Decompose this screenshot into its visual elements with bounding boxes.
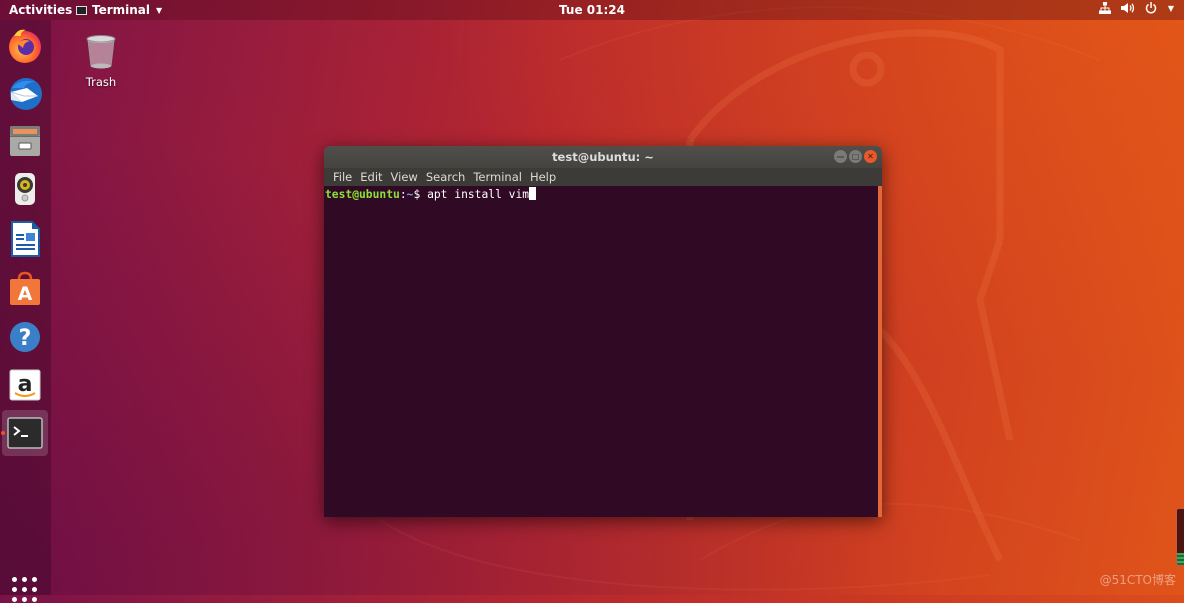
dock-item-terminal[interactable]: [1, 410, 48, 456]
watermark: @51CTO博客: [1099, 573, 1176, 587]
system-tray[interactable]: ▼: [1098, 2, 1174, 14]
rhythmbox-icon: [15, 173, 35, 205]
command-text: apt install vim: [427, 188, 530, 201]
close-button[interactable]: ✕: [864, 150, 877, 163]
system-menu-caret-icon: ▼: [1167, 3, 1174, 13]
close-icon: ✕: [867, 152, 874, 161]
dock-item-libreoffice-writer[interactable]: [2, 216, 48, 262]
menu-edit[interactable]: Edit: [356, 170, 386, 184]
svg-text:a: a: [18, 372, 33, 397]
minimize-icon: —: [836, 152, 845, 161]
terminal-output[interactable]: test@ubuntu:~$ apt install vim: [324, 186, 878, 517]
terminal-icon: [7, 417, 43, 449]
menu-view[interactable]: View: [387, 170, 422, 184]
thunderbird-icon: [10, 78, 42, 110]
show-applications-icon: [12, 577, 17, 582]
desktop-icon-label: Trash: [85, 75, 117, 89]
dock-item-rhythmbox[interactable]: [2, 166, 48, 212]
svg-text:?: ?: [19, 326, 32, 351]
dock-item-firefox[interactable]: [2, 22, 48, 68]
window-titlebar[interactable]: test@ubuntu: ~ — □ ✕: [324, 146, 882, 168]
libreoffice-writer-icon: [11, 221, 40, 257]
menu-search[interactable]: Search: [422, 170, 470, 184]
minimize-button[interactable]: —: [834, 150, 847, 163]
menu-file[interactable]: File: [329, 170, 356, 184]
amazon-icon: a: [9, 369, 41, 401]
level-indicator-fill: [1177, 552, 1184, 565]
show-applications-button[interactable]: [12, 577, 38, 603]
dock-item-amazon[interactable]: a: [2, 362, 48, 408]
running-indicator: [1, 431, 5, 435]
maximize-button[interactable]: □: [849, 150, 862, 163]
firefox-icon: [9, 29, 41, 63]
desktop-icon-trash[interactable]: Trash: [78, 34, 124, 89]
trash-icon: [86, 35, 116, 69]
volume-icon: [1120, 3, 1134, 13]
dock-item-help[interactable]: ?: [2, 314, 48, 360]
level-indicator: [1176, 508, 1184, 566]
dock-item-thunderbird[interactable]: [2, 70, 48, 116]
files-icon: [10, 126, 40, 156]
dock: A ? a: [0, 20, 51, 602]
terminal-prompt-line: test@ubuntu:~$ apt install vim: [325, 187, 537, 201]
dock-item-ubuntu-software[interactable]: A: [2, 266, 48, 312]
network-icon: [1098, 2, 1111, 14]
help-icon: ?: [10, 322, 40, 352]
menu-terminal[interactable]: Terminal: [469, 170, 526, 184]
top-bar: Activities Terminal ▼ Tue 01:24 ▼: [0, 0, 1184, 20]
clock[interactable]: Tue 01:24: [0, 3, 1184, 17]
terminal-window: test@ubuntu: ~ — □ ✕ File Edit View Sear…: [324, 146, 882, 517]
window-title: test@ubuntu: ~: [552, 150, 654, 164]
dock-item-files[interactable]: [2, 118, 48, 164]
terminal-menubar: File Edit View Search Terminal Help: [324, 168, 882, 186]
maximize-icon: □: [851, 152, 860, 161]
prompt-separator: :: [399, 188, 407, 201]
text-cursor: [529, 187, 537, 200]
prompt-user: test@ubuntu: [325, 188, 400, 201]
svg-text:A: A: [18, 283, 33, 305]
menu-help[interactable]: Help: [526, 170, 560, 184]
ubuntu-software-icon: A: [10, 271, 40, 305]
prompt-symbol: $: [413, 188, 428, 201]
terminal-scrollbar[interactable]: [878, 186, 882, 517]
power-icon: [1145, 2, 1157, 14]
